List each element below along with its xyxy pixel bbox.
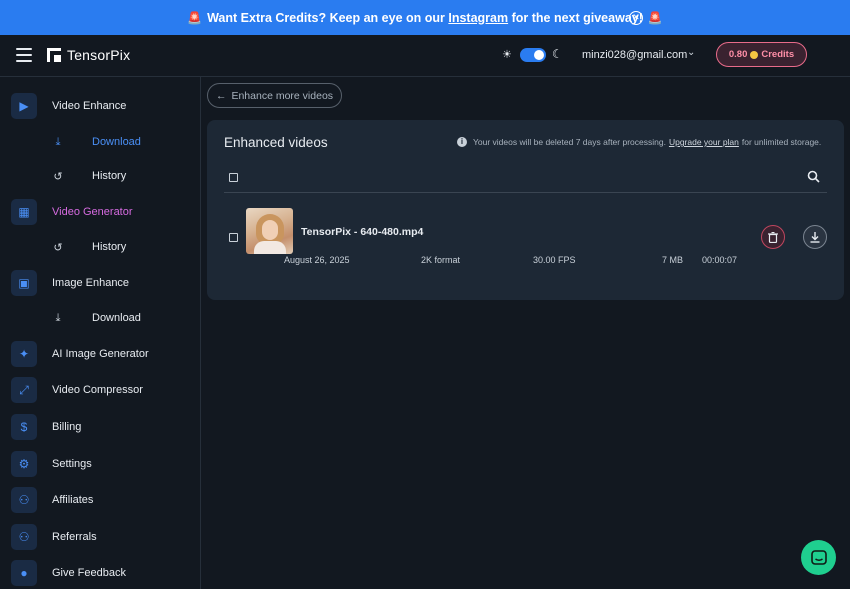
enhance-more-videos-button[interactable]: ← Enhance more videos <box>207 83 342 108</box>
info-icon: i <box>457 137 467 147</box>
select-all-checkbox[interactable] <box>229 173 238 182</box>
download-button[interactable] <box>803 225 827 249</box>
logo[interactable]: TensorPix <box>47 47 130 63</box>
top-header: TensorPix ☀ ☾ minzi028@gmail.com ⌄ 0.80 … <box>0 35 850 77</box>
sidebar-item-label: Video Generator <box>52 206 133 218</box>
user-group-icon: ⚇ <box>11 524 37 550</box>
header-divider <box>224 192 827 193</box>
sidebar-item-video-generator[interactable]: ▦ Video Generator <box>0 197 200 227</box>
arrow-left-icon: ← <box>215 89 227 102</box>
magic-wand-icon: ✦ <box>11 341 37 367</box>
video-size: 7 MB <box>662 255 684 265</box>
account-email[interactable]: minzi028@gmail.com <box>582 49 687 61</box>
notice-text: Your videos will be deleted 7 days after… <box>473 137 666 147</box>
video-duration: 00:00:07 <box>702 255 738 265</box>
credits-label: Credits <box>761 49 795 60</box>
menu-icon[interactable] <box>16 48 32 62</box>
history-icon: ↺ <box>53 241 63 254</box>
video-filename: TensorPix - 640-480.mp4 <box>301 226 424 238</box>
download-icon: ⤓ <box>55 311 61 324</box>
brand-name: TensorPix <box>67 47 131 63</box>
download-icon: ⤓ <box>55 135 61 148</box>
sidebar-item-label: Give Feedback <box>52 567 126 579</box>
film-icon: ▦ <box>11 199 37 225</box>
theme-toggle[interactable] <box>520 48 546 62</box>
instagram-link[interactable]: Instagram <box>448 11 508 25</box>
gear-icon: ⚙ <box>11 451 37 477</box>
search-icon[interactable] <box>807 170 820 183</box>
moon-icon: ☾ <box>552 47 563 61</box>
video-checkbox[interactable] <box>229 233 238 242</box>
sidebar-item-affiliates[interactable]: ⚇ Affiliates <box>0 485 200 515</box>
promo-banner: 🚨 Want Extra Credits? Keep an eye on our… <box>0 0 850 35</box>
sidebar-item-label: History <box>92 170 127 182</box>
button-label: Enhance more videos <box>231 89 334 102</box>
panel-title: Enhanced videos <box>224 135 328 150</box>
sidebar-item-give-feedback[interactable]: ● Give Feedback <box>0 558 200 588</box>
dollar-icon: $ <box>11 414 37 440</box>
sidebar-item-video-enhance[interactable]: ▶ Video Enhance <box>0 91 200 121</box>
banner-text-before: Want Extra Credits? Keep an eye on our <box>207 10 445 25</box>
history-icon: ↺ <box>53 170 63 183</box>
video-date: August 26, 2025 <box>284 255 350 265</box>
video-format: 2K format <box>421 255 461 265</box>
chat-bubble-icon: ● <box>11 560 37 586</box>
video-thumbnail[interactable] <box>246 208 293 254</box>
sidebar-item-history[interactable]: ↺ History <box>0 232 200 262</box>
siren-icon: 🚨 <box>187 10 203 25</box>
trash-icon <box>768 231 778 243</box>
banner-text-after: for the next giveaway! <box>511 10 643 25</box>
sidebar-item-download[interactable]: ⤓ Download <box>0 127 200 157</box>
sidebar-item-settings[interactable]: ⚙ Settings <box>0 449 200 479</box>
upgrade-plan-link[interactable]: Upgrade your plan <box>669 137 739 147</box>
sidebar-item-image-enhance[interactable]: ▣ Image Enhance <box>0 268 200 298</box>
delete-button[interactable] <box>761 225 785 249</box>
sidebar: ▶ Video Enhance ⤓ Download ↺ History ▦ V… <box>0 77 201 589</box>
sidebar-item-referrals[interactable]: ⚇ Referrals <box>0 522 200 552</box>
storage-notice: i Your videos will be deleted 7 days aft… <box>457 137 821 147</box>
sidebar-item-ai-image-generator[interactable]: ✦ AI Image Generator <box>0 339 200 369</box>
video-camera-icon: ▶ <box>11 93 37 119</box>
sidebar-item-label: Video Enhance <box>52 100 127 112</box>
sidebar-item-label: Settings <box>52 458 92 470</box>
users-icon: ⚇ <box>11 487 37 513</box>
chat-icon <box>810 549 827 565</box>
video-fps: 30.00 FPS <box>533 255 576 265</box>
sidebar-item-download[interactable]: ⤓ Download <box>0 303 200 333</box>
chevron-down-icon[interactable]: ⌄ <box>687 47 695 58</box>
sidebar-item-label: Billing <box>52 421 82 433</box>
sidebar-item-label: Download <box>92 312 141 324</box>
sidebar-item-billing[interactable]: $ Billing <box>0 412 200 442</box>
close-banner-icon[interactable]: ✕ <box>629 11 643 25</box>
image-icon: ▣ <box>11 270 37 296</box>
sidebar-item-label: Download <box>92 136 141 148</box>
sidebar-item-video-compressor[interactable]: ⤢ Video Compressor <box>0 375 200 405</box>
enhanced-videos-panel: Enhanced videos i Your videos will be de… <box>207 120 844 300</box>
credits-button[interactable]: 0.80 Credits <box>716 42 807 67</box>
sidebar-item-label: Affiliates <box>52 494 94 506</box>
sidebar-item-label: Video Compressor <box>52 384 143 396</box>
sidebar-item-label: Referrals <box>52 531 97 543</box>
support-chat-button[interactable] <box>801 540 836 575</box>
sidebar-item-history[interactable]: ↺ History <box>0 161 200 191</box>
sidebar-item-label: AI Image Generator <box>52 348 149 360</box>
tensorpix-logo-icon <box>47 48 61 62</box>
notice-text-after: for unlimited storage. <box>741 137 822 147</box>
sun-icon: ☀ <box>502 49 512 61</box>
credits-value: 0.80 <box>728 49 748 60</box>
compress-icon: ⤢ <box>11 377 37 403</box>
sidebar-item-label: History <box>92 241 127 253</box>
siren-icon: 🚨 <box>647 10 663 25</box>
download-icon <box>810 231 820 243</box>
coin-icon <box>750 50 759 59</box>
sidebar-item-label: Image Enhance <box>52 277 130 289</box>
